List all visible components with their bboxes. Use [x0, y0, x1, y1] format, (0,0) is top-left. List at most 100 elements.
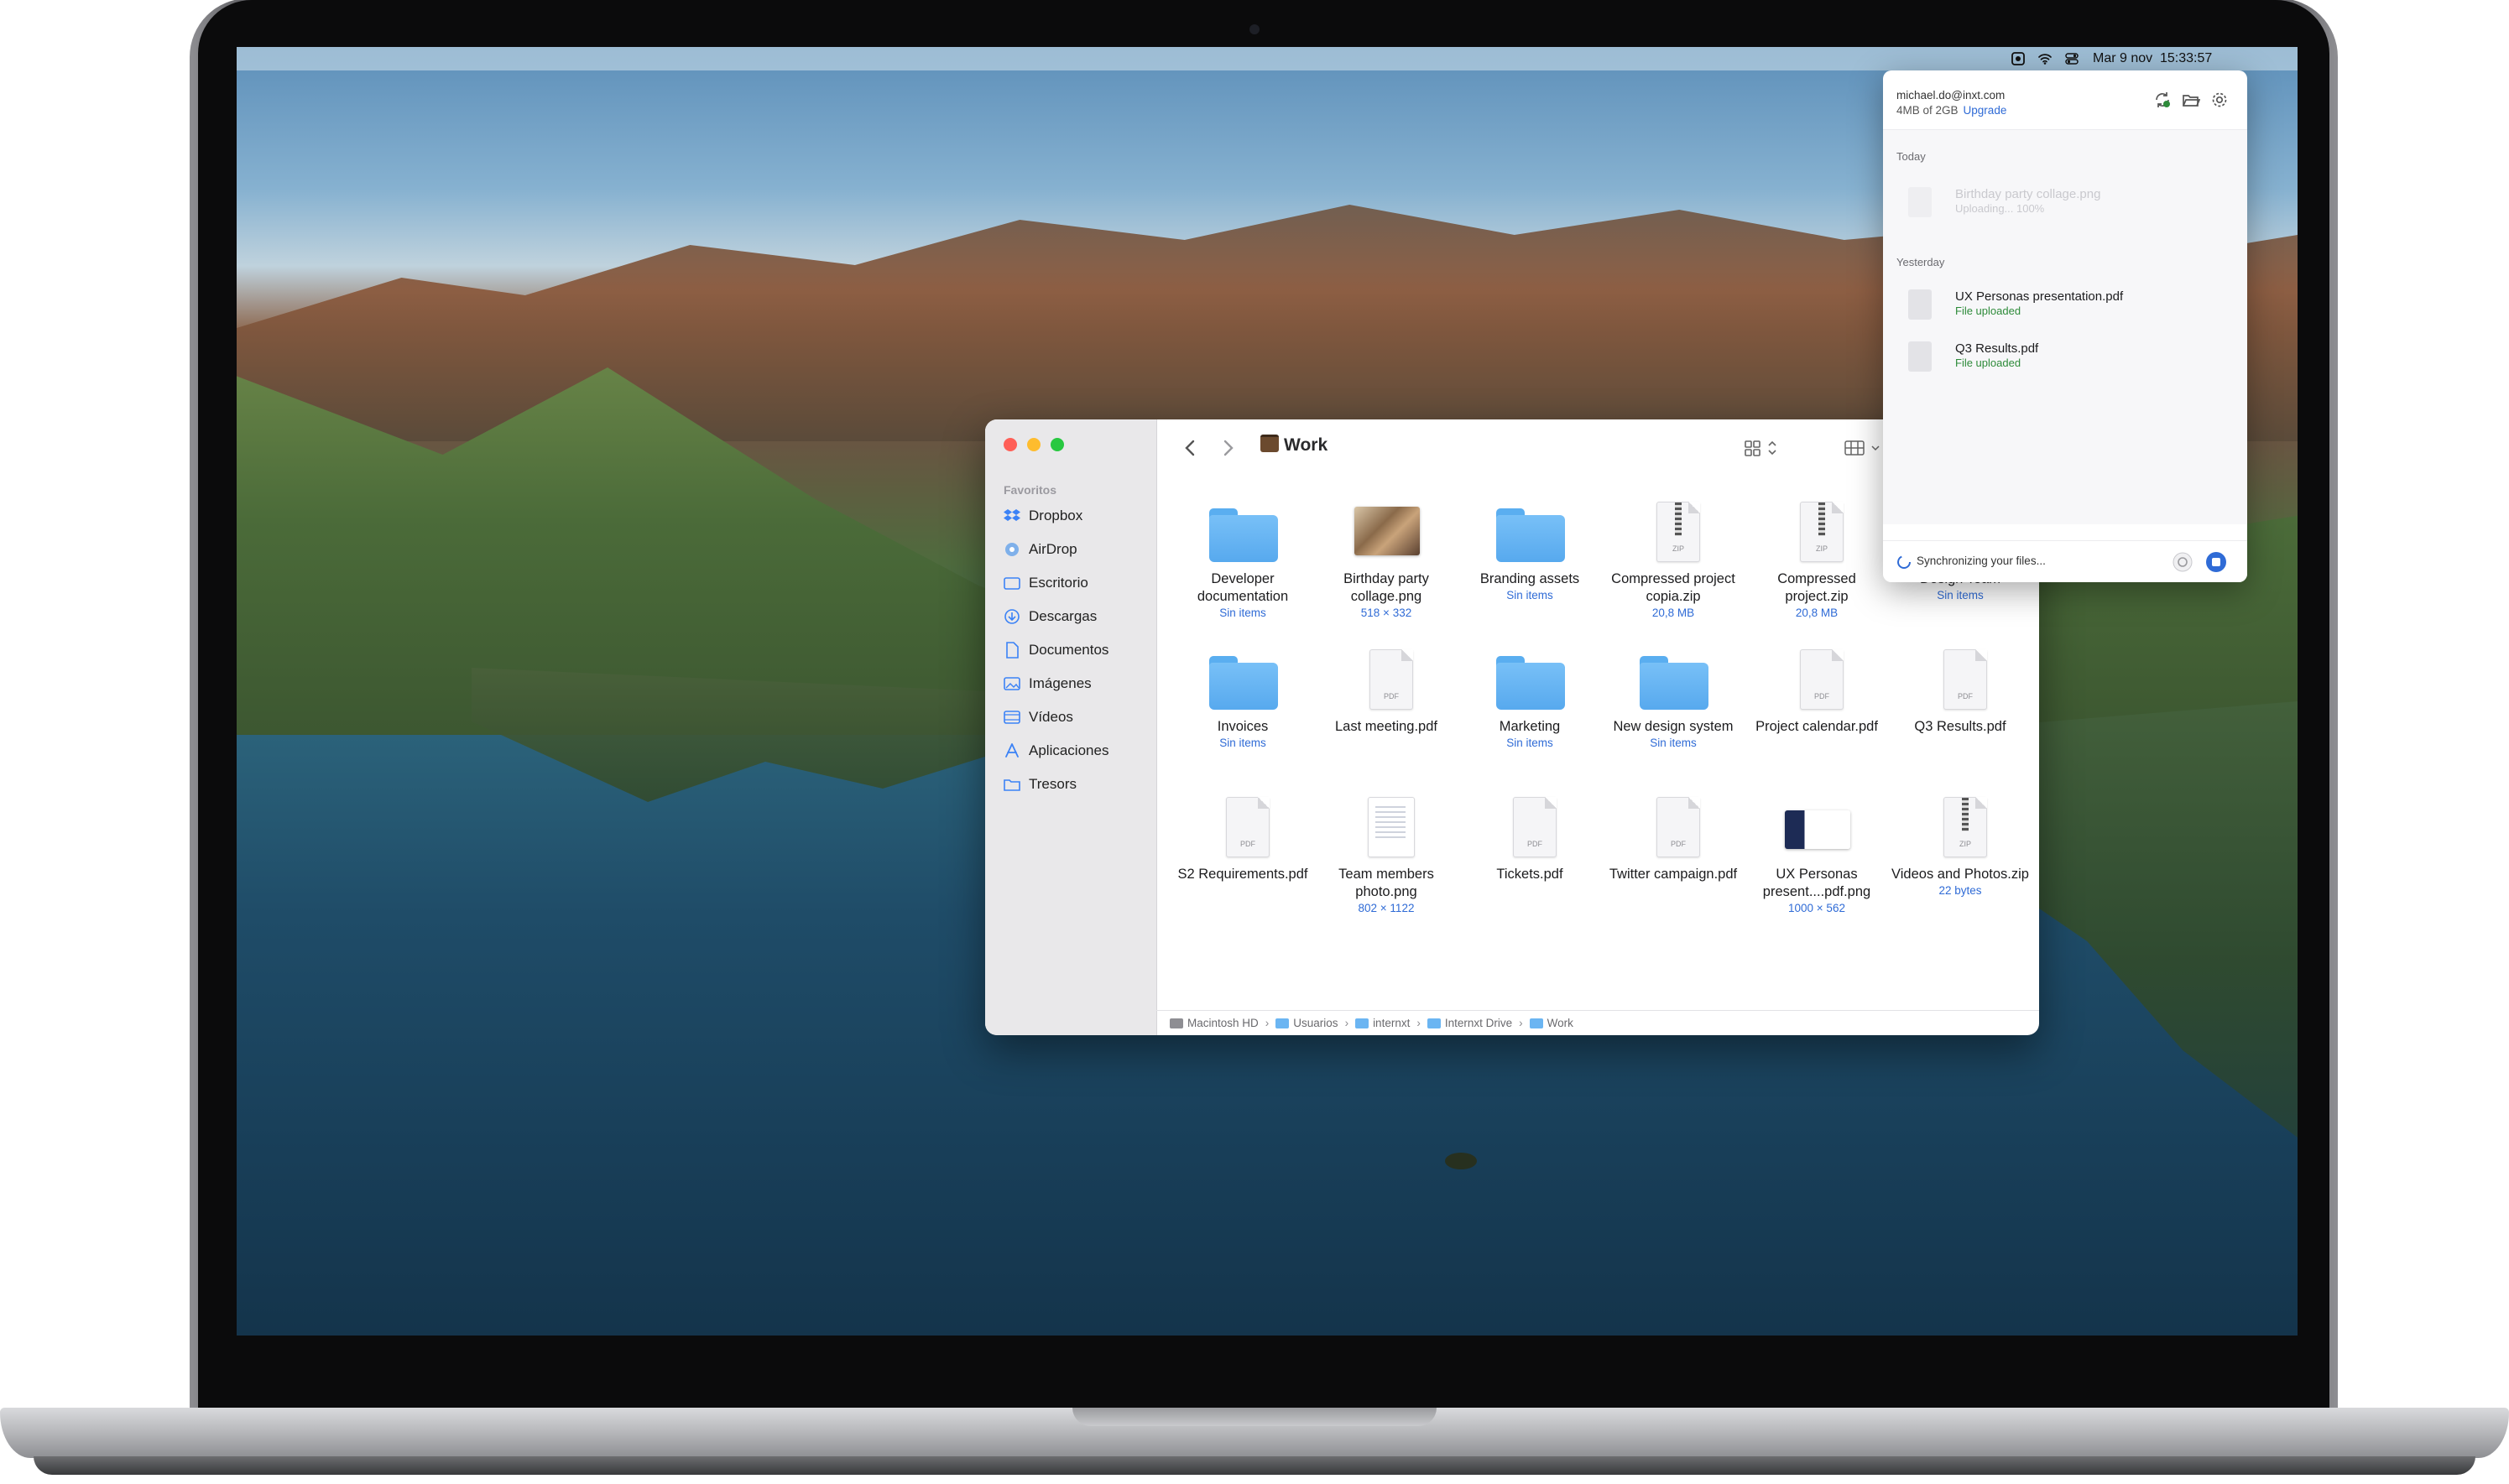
- chevron-right-icon: ›: [1265, 1017, 1270, 1029]
- activity-list: Today Birthday party collage.png Uploadi…: [1883, 130, 2247, 524]
- activity-file-name: UX Personas presentation.pdf: [1955, 289, 2124, 304]
- file-meta: Sin items: [1650, 737, 1697, 749]
- sidebar-item-aplicaciones[interactable]: Aplicaciones: [1004, 738, 1146, 763]
- sidebar-item-descargas[interactable]: Descargas: [1004, 604, 1146, 629]
- sidebar-item-imágenes[interactable]: Imágenes: [1004, 671, 1146, 696]
- path-segment[interactable]: Work: [1547, 1017, 1573, 1029]
- file-name: Invoices: [1217, 719, 1269, 734]
- folder-icon: [1004, 776, 1020, 793]
- chevron-right-icon: ›: [1416, 1017, 1421, 1029]
- activity-status: File uploaded: [1955, 305, 2021, 317]
- minimize-window-button[interactable]: [1027, 438, 1041, 451]
- group-grid-icon: [1844, 440, 1880, 456]
- file-meta: Sin items: [1219, 607, 1266, 619]
- file-name: Birthday party collage.png: [1343, 571, 1429, 604]
- internxt-drive-popup: michael.do@inxt.com 4MB of 2GB Upgrade To…: [1883, 70, 2247, 582]
- sidebar-item-label: Tresors: [1029, 776, 1077, 792]
- file-item[interactable]: Invoices Sin items: [1171, 644, 1314, 751]
- sidebar-item-escritorio[interactable]: Escritorio: [1004, 570, 1146, 596]
- file-name: S2 Requirements.pdf: [1177, 867, 1308, 882]
- sidebar-item-documentos[interactable]: Documentos: [1004, 638, 1146, 663]
- pause-sync-button[interactable]: [2172, 551, 2193, 573]
- pdf-file-icon: PDF: [1775, 644, 1859, 713]
- settings-gear-icon[interactable]: [2210, 91, 2229, 109]
- sidebar-item-label: Dropbox: [1029, 508, 1083, 523]
- control-center-icon[interactable]: [2064, 51, 2079, 66]
- folder-icon: [1201, 644, 1285, 713]
- pictures-icon: [1004, 675, 1020, 692]
- sidebar-item-label: Aplicaciones: [1029, 742, 1109, 758]
- activity-item[interactable]: UX Personas presentation.pdf File upload…: [1896, 286, 2232, 325]
- wifi-icon[interactable]: [2037, 51, 2053, 66]
- upgrade-link[interactable]: Upgrade: [1964, 104, 2007, 117]
- popup-header: michael.do@inxt.com 4MB of 2GB Upgrade: [1883, 70, 2247, 130]
- pdf-file-icon: PDF: [1488, 792, 1572, 861]
- back-button[interactable]: [1180, 436, 1200, 460]
- path-segment[interactable]: internxt: [1373, 1017, 1410, 1029]
- file-item[interactable]: New design system Sin items: [1602, 644, 1745, 751]
- file-item[interactable]: Developer documentation Sin items: [1171, 497, 1314, 621]
- file-item[interactable]: PDF Project calendar.pdf: [1745, 644, 1888, 736]
- open-folder-icon[interactable]: [2182, 91, 2200, 109]
- group-button[interactable]: [1843, 436, 1886, 460]
- grid-view-icon: [1745, 440, 1776, 456]
- menubar-time[interactable]: 15:33:57: [2160, 50, 2212, 67]
- icon-view-button[interactable]: [1742, 436, 1784, 460]
- downloads-icon: [1004, 608, 1020, 625]
- movies-icon: [1004, 709, 1020, 726]
- window-title-text: Work: [1284, 435, 1328, 455]
- activity-item[interactable]: Q3 Results.pdf File uploaded: [1896, 338, 2232, 377]
- section-yesterday: Yesterday: [1896, 256, 1945, 268]
- file-meta: Sin items: [1219, 737, 1266, 749]
- activity-status: Uploading... 100%: [1955, 202, 2045, 215]
- file-item[interactable]: PDF S2 Requirements.pdf: [1171, 792, 1314, 883]
- file-item[interactable]: Birthday party collage.png 518 × 332: [1315, 497, 1458, 621]
- storage-usage: 4MB of 2GB Upgrade: [1896, 104, 2006, 117]
- internxt-menubar-icon[interactable]: [2011, 51, 2026, 66]
- airdrop-icon: [1004, 541, 1020, 558]
- path-segment[interactable]: Macintosh HD: [1187, 1017, 1259, 1029]
- sidebar-section-favorites: Favoritos: [1004, 483, 1057, 497]
- file-item[interactable]: Marketing Sin items: [1458, 644, 1601, 751]
- file-item[interactable]: PDF Twitter campaign.pdf: [1602, 792, 1745, 883]
- chevron-right-icon: ›: [1344, 1017, 1349, 1029]
- menubar-date[interactable]: Mar 9 nov: [2093, 50, 2152, 67]
- briefcase-icon: [1260, 435, 1279, 452]
- file-item[interactable]: UX Personas present....pdf.png 1000 × 562: [1745, 792, 1888, 916]
- path-segment[interactable]: Internxt Drive: [1445, 1017, 1512, 1029]
- laptop-base-shadow: [34, 1456, 2475, 1475]
- path-segment[interactable]: Usuarios: [1293, 1017, 1338, 1029]
- file-item[interactable]: ZIP Videos and Photos.zip 22 bytes: [1889, 792, 2032, 898]
- pdf-file-icon: PDF: [1631, 792, 1715, 861]
- file-item[interactable]: PDF Q3 Results.pdf: [1889, 644, 2032, 736]
- file-item[interactable]: ZIP Compressed project.zip 20,8 MB: [1745, 497, 1888, 621]
- file-name: Team members photo.png: [1338, 867, 1434, 899]
- stop-sync-button[interactable]: [2205, 551, 2227, 573]
- desktop-screen: Mar 9 nov 15:33:57 Favoritos Dropbox AirD…: [237, 47, 2298, 1336]
- sidebar-item-dropbox[interactable]: Dropbox: [1004, 503, 1146, 529]
- forward-button[interactable]: [1218, 436, 1239, 460]
- image-thumbnail-icon: [1344, 497, 1428, 565]
- sidebar-item-tresors[interactable]: Tresors: [1004, 772, 1146, 797]
- chevron-right-icon: ›: [1519, 1017, 1523, 1029]
- file-meta: 22 bytes: [1938, 884, 1982, 897]
- finder-sidebar: Favoritos Dropbox AirDrop Escritorio Descar…: [985, 419, 1157, 1035]
- close-window-button[interactable]: [1004, 438, 1017, 451]
- syncing-spinner-icon: [1897, 555, 1911, 569]
- sidebar-item-airdrop[interactable]: AirDrop: [1004, 537, 1146, 562]
- sidebar-item-vídeos[interactable]: Vídeos: [1004, 705, 1146, 730]
- window-title: Work: [1260, 435, 1328, 456]
- file-name: Tickets.pdf: [1496, 867, 1563, 882]
- activity-item[interactable]: Birthday party collage.png Uploading... …: [1896, 184, 2232, 222]
- file-icon: [1908, 187, 1932, 217]
- zoom-window-button[interactable]: [1051, 438, 1064, 451]
- file-item[interactable]: PDF Tickets.pdf: [1458, 792, 1601, 883]
- file-item[interactable]: ZIP Compressed project copia.zip 20,8 MB: [1602, 497, 1745, 621]
- sidebar-item-label: Documentos: [1029, 642, 1109, 658]
- file-item[interactable]: Branding assets Sin items: [1458, 497, 1601, 603]
- sync-status-icon[interactable]: [2153, 91, 2172, 109]
- file-item[interactable]: PDF Last meeting.pdf: [1315, 644, 1458, 736]
- file-name: Q3 Results.pdf: [1914, 719, 2006, 734]
- folder-icon: [1427, 1018, 1441, 1028]
- file-item[interactable]: Team members photo.png 802 × 1122: [1315, 792, 1458, 916]
